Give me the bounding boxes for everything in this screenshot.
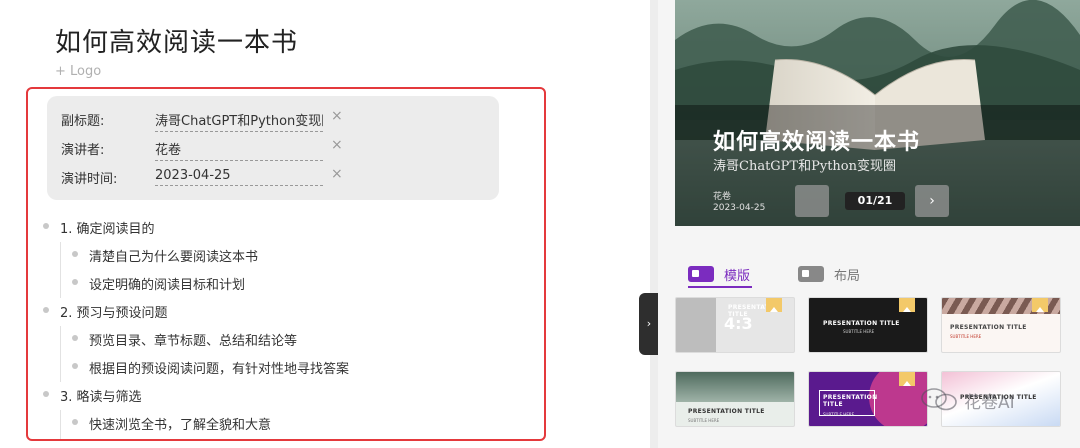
app-window: 如何高效阅读一本书 + Logo 副标题: 涛哥ChatGPT和Python变现… <box>0 0 1080 448</box>
meta-row-subtitle: 副标题: 涛哥ChatGPT和Python变现圈 × <box>61 106 491 132</box>
slide-title: 如何高效阅读一本书 <box>713 129 921 155</box>
document-title[interactable]: 如何高效阅读一本书 <box>55 22 298 59</box>
speaker-label: 演讲者: <box>61 143 105 158</box>
wechat-icon <box>921 388 957 411</box>
layout-icon <box>798 266 824 282</box>
outline-item-text[interactable]: 1. 确定阅读目的 <box>60 218 155 237</box>
watermark-text: 花卷AI <box>964 393 1015 413</box>
tab-template-label: 模版 <box>724 269 751 284</box>
outline-guide-line <box>60 410 61 439</box>
outline-item-text[interactable]: 快速浏览全书，了解全貌和大意 <box>89 414 271 433</box>
template-subtitle: SUBTITLE HERE <box>843 329 875 334</box>
bullet-icon[interactable] <box>72 363 78 369</box>
outline-item-text[interactable]: 根据目的预设阅读问题，有针对性地寻找答案 <box>89 358 349 377</box>
premium-ribbon-icon <box>1032 298 1048 312</box>
template-subtitle: SUBTITLE HERE <box>823 412 855 417</box>
outline-editor: 如何高效阅读一本书 + Logo 副标题: 涛哥ChatGPT和Python变现… <box>0 0 640 448</box>
template-thumbnail[interactable]: PRESENTATION TITLE SUBTITLE HERE <box>808 297 928 353</box>
subtitle-field[interactable]: 涛哥ChatGPT和Python变现圈 <box>155 110 323 132</box>
bullet-icon[interactable] <box>72 419 78 425</box>
premium-ribbon-icon <box>766 298 782 312</box>
template-subtitle: SUBTITLE HERE <box>688 418 720 423</box>
bullet-icon[interactable] <box>43 391 49 397</box>
template-icon <box>688 266 714 282</box>
date-label: 演讲时间: <box>61 172 118 187</box>
slide-date: 2023-04-25 <box>713 203 766 213</box>
bullet-icon[interactable] <box>72 279 78 285</box>
template-subtitle: SUBTITLE HERE <box>950 334 982 339</box>
next-slide-button[interactable]: › <box>915 185 949 217</box>
speaker-field[interactable]: 花卷 <box>155 139 323 161</box>
subtitle-label: 副标题: <box>61 114 105 129</box>
add-logo-button[interactable]: + Logo <box>55 64 101 79</box>
template-title: PRESENTATION TITLE <box>823 394 878 408</box>
outline-item-text[interactable]: 设定明确的阅读目标和计划 <box>89 274 245 293</box>
panel-divider[interactable] <box>650 0 658 448</box>
bullet-icon[interactable] <box>72 335 78 341</box>
template-title: PRESENTATION TITLE <box>688 408 765 415</box>
outline-item-text[interactable]: 清楚自己为什么要阅读这本书 <box>89 246 258 265</box>
slide-subtitle: 涛哥ChatGPT和Python变现圈 <box>713 159 896 174</box>
previous-slide-button[interactable] <box>795 185 829 217</box>
outline-item-text[interactable]: 预览目录、章节标题、总结和结论等 <box>89 330 297 349</box>
premium-ribbon-icon <box>899 298 915 312</box>
template-thumbnail[interactable]: PRESENTATION TITLE SUBTITLE HERE <box>675 371 795 427</box>
template-title: PRESENTATION TITLE <box>950 324 1027 331</box>
collapse-panel-button[interactable]: › <box>639 293 659 355</box>
page-indicator: 01/21 <box>845 192 905 210</box>
date-field[interactable]: 2023-04-25 <box>155 168 323 186</box>
clear-subtitle-icon[interactable]: × <box>331 108 343 124</box>
aspect-ratio-label: 4:3 <box>724 314 753 333</box>
clear-date-icon[interactable]: × <box>331 166 343 182</box>
meta-row-date: 演讲时间: 2023-04-25 × <box>61 164 491 190</box>
highlight-frame: 副标题: 涛哥ChatGPT和Python变现圈 × 演讲者: 花卷 × 演讲时… <box>26 87 546 441</box>
outline-item-text[interactable]: 3. 略读与筛选 <box>60 386 142 405</box>
template-thumbnail[interactable]: PRESENTATION TITLE 4:3 <box>675 297 795 353</box>
outline-item-text[interactable]: 2. 预习与预设问题 <box>60 302 168 321</box>
template-title: PRESENTATION TITLE <box>823 320 900 327</box>
outline-guide-line <box>60 242 61 298</box>
preview-panel: 如何高效阅读一本书 涛哥ChatGPT和Python变现圈 花卷 2023-04… <box>658 0 1080 448</box>
thumb-graphic <box>676 372 794 402</box>
template-thumbnail[interactable]: PRESENTATION TITLE SUBTITLE HERE <box>808 371 928 427</box>
slide-speaker: 花卷 <box>713 192 732 202</box>
meta-card: 副标题: 涛哥ChatGPT和Python变现圈 × 演讲者: 花卷 × 演讲时… <box>47 96 499 200</box>
meta-row-speaker: 演讲者: 花卷 × <box>61 135 491 161</box>
bullet-icon[interactable] <box>72 251 78 257</box>
bullet-icon[interactable] <box>43 307 49 313</box>
preview-tabs: 模版 布局 <box>658 242 1080 292</box>
template-thumbnail[interactable]: PRESENTATION TITLE SUBTITLE HERE <box>941 297 1061 353</box>
active-tab-indicator <box>688 286 752 288</box>
clear-speaker-icon[interactable]: × <box>331 137 343 153</box>
thumb-graphic <box>676 298 716 352</box>
outline-guide-line <box>60 326 61 382</box>
bullet-icon[interactable] <box>43 223 49 229</box>
tab-layout-label: 布局 <box>834 269 861 284</box>
slide-preview[interactable]: 如何高效阅读一本书 涛哥ChatGPT和Python变现圈 花卷 2023-04… <box>675 0 1080 226</box>
premium-ribbon-icon <box>899 372 915 386</box>
